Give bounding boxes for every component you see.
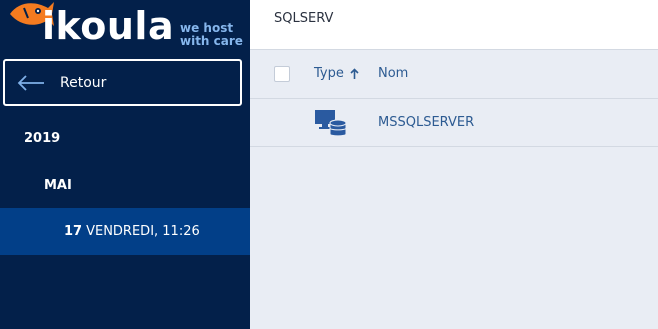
select-all-checkbox[interactable] xyxy=(274,66,290,82)
nav-item-year-label: 2019 xyxy=(24,130,61,146)
ikoula-logo[interactable]: ikoula we host with care xyxy=(0,0,250,56)
sidebar: ikoula we host with care Retour 2019 MAI… xyxy=(0,0,250,329)
arrow-left-icon xyxy=(17,74,44,91)
nav-item-month-label: MAI xyxy=(44,177,72,193)
breadcrumb: SQLSERV xyxy=(274,11,334,26)
sort-ascending-icon xyxy=(350,67,359,79)
back-button[interactable]: Retour xyxy=(3,59,242,106)
sql-server-icon xyxy=(315,110,347,137)
back-button-label: Retour xyxy=(60,74,107,91)
column-header-name[interactable]: Nom xyxy=(378,66,408,81)
nav-item-year[interactable]: 2019 xyxy=(0,115,250,161)
nav-item-month[interactable]: MAI xyxy=(0,162,250,208)
brand-tagline: we host with care xyxy=(180,22,250,48)
column-header-type[interactable]: Type xyxy=(314,66,359,81)
table-header: Type Nom xyxy=(250,50,658,99)
table-row[interactable]: MSSQLSERVER xyxy=(250,99,658,147)
nav-item-day-selected[interactable]: 17 VENDREDI, 11:26 xyxy=(0,208,250,255)
nav-item-day-label: VENDREDI, 11:26 xyxy=(86,224,200,239)
main-content: SQLSERV Type Nom MSSQLSERVER xyxy=(250,0,658,329)
top-bar: SQLSERV xyxy=(250,0,658,50)
tagline-line-2: with care xyxy=(180,34,243,48)
brand-name: ikoula xyxy=(42,4,175,48)
row-name: MSSQLSERVER xyxy=(378,115,475,130)
column-header-type-label: Type xyxy=(314,66,344,81)
nav-item-day-number: 17 xyxy=(64,224,83,239)
